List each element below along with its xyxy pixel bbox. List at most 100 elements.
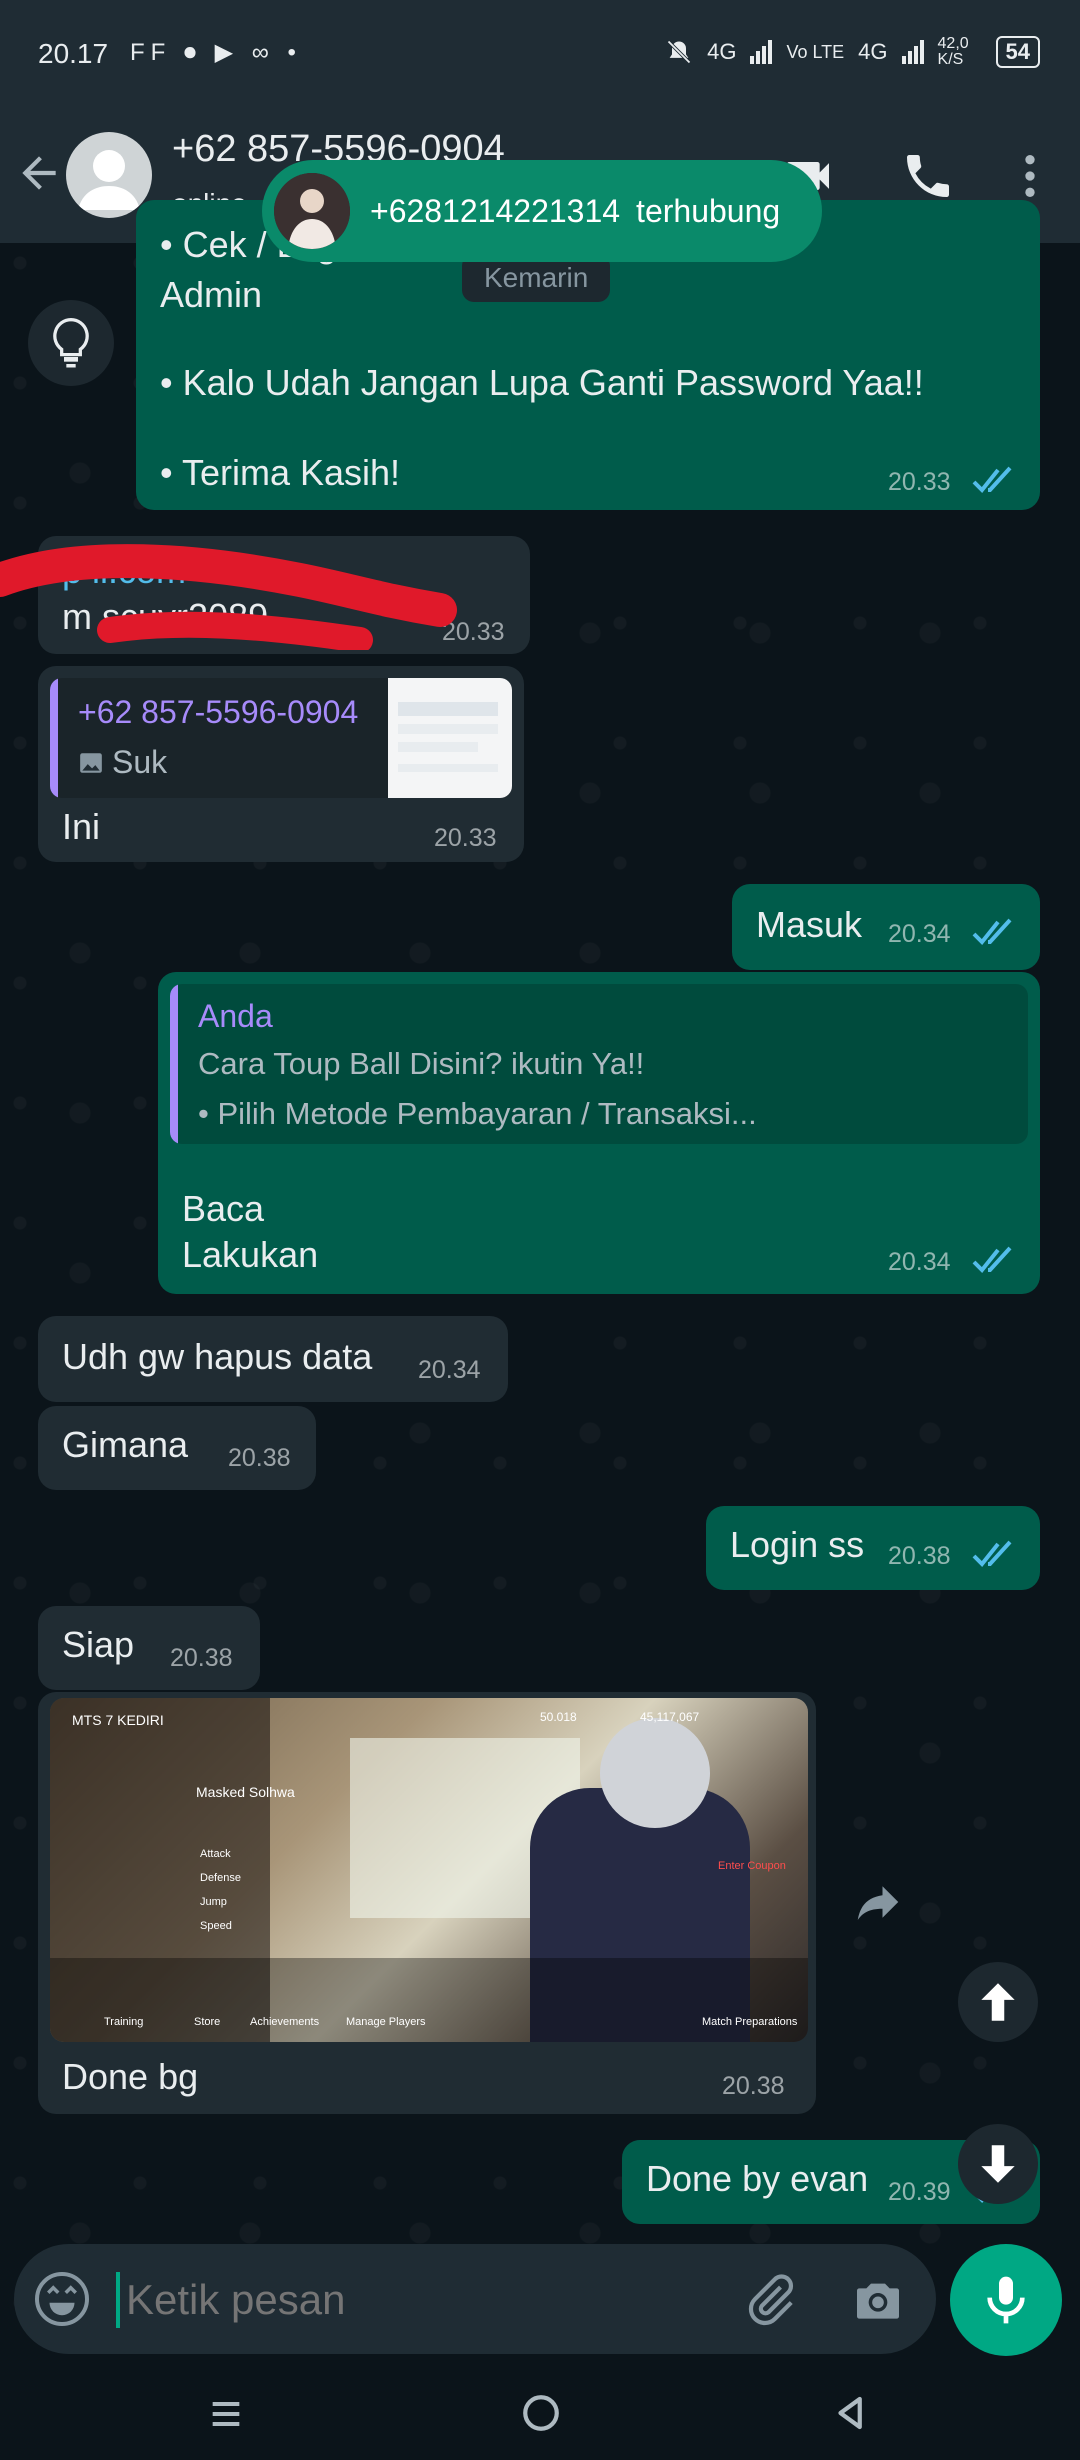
image-icon	[80, 753, 102, 773]
game-currency-2: 45,117,067	[640, 1710, 700, 1724]
call-state: terhubung	[636, 192, 781, 229]
text-cursor	[116, 2272, 120, 2328]
read-ticks-icon	[972, 1246, 1012, 1273]
battery-indicator: 54	[995, 36, 1040, 68]
message-bubble-in[interactable]: Udh gw hapus data 20.34	[38, 1316, 508, 1402]
message-text: • Terima Kasih!	[160, 452, 401, 493]
message-time: 20.34	[888, 920, 951, 948]
message-text: Login ss	[730, 1524, 865, 1565]
message-text: Udh gw hapus data	[62, 1336, 373, 1377]
message-text: Admin	[160, 274, 263, 315]
network-4g-label: 4G	[707, 39, 737, 64]
message-text: Done by evan	[646, 2158, 869, 2199]
reply-text: Suk	[112, 744, 168, 780]
reply-preview[interactable]: Anda Cara Toup Ball Disini? ikutin Ya!! …	[170, 984, 1028, 1144]
message-bubble-out[interactable]: Anda Cara Toup Ball Disini? ikutin Ya!! …	[158, 972, 1040, 1294]
message-time: 20.38	[722, 2072, 785, 2100]
game-team-name: MTS 7 KEDIRI	[72, 1712, 164, 1728]
message-bubble-in[interactable]: Gimana 20.38	[38, 1406, 316, 1490]
notification-icons: FF ⏺ ▶ ∞ •	[130, 39, 302, 66]
message-bubble-out[interactable]: Login ss 20.38	[706, 1506, 1040, 1590]
ai-suggestion-button[interactable]	[28, 300, 114, 386]
message-time: 20.33	[888, 468, 951, 496]
reply-bar	[50, 678, 58, 798]
status-bar: 20.17 FF ⏺ ▶ ∞ • 4G Vo LTE 4G 42,0 K/S 5…	[0, 0, 1080, 108]
voice-message-button[interactable]	[950, 2244, 1062, 2356]
read-ticks-icon	[972, 1540, 1012, 1567]
redaction-scribble	[0, 544, 457, 650]
caller-number: +6281214221314	[370, 192, 621, 229]
game-menu-match: Match Preparations	[702, 2016, 798, 2028]
game-menu-manage: Manage Players	[346, 2016, 426, 2028]
more-options-icon[interactable]	[1002, 148, 1058, 204]
message-time: 20.33	[434, 824, 497, 852]
recent-apps-icon[interactable]	[206, 2394, 246, 2434]
network-4g-label-2: 4G	[858, 39, 888, 64]
message-composer	[14, 2244, 936, 2354]
message-time: 20.38	[170, 1644, 233, 1672]
message-text: Gimana	[62, 1424, 189, 1465]
read-ticks-icon	[972, 918, 1012, 945]
signal-icon-2	[901, 40, 924, 64]
scroll-down-button[interactable]	[958, 2124, 1038, 2204]
game-menu-training: Training	[104, 2016, 144, 2028]
forward-button[interactable]	[838, 1862, 918, 1942]
game-menu-achievements: Achievements	[250, 2016, 320, 2028]
reply-text: • Pilih Metode Pembayaran / Transaksi...	[198, 1096, 757, 1131]
game-stat-label: Attack	[200, 1848, 231, 1860]
message-time: 20.38	[888, 1542, 951, 1570]
message-input[interactable]	[124, 2266, 728, 2334]
status-time: 20.17	[38, 38, 109, 69]
image-caption: Done bg	[62, 2056, 199, 2097]
message-text: Ini	[62, 806, 101, 847]
game-screenshot-image[interactable]: MTS 7 KEDIRI Masked Solhwa 50.018 45,117…	[50, 1698, 808, 2042]
reply-bar	[170, 984, 178, 1144]
back-nav-icon[interactable]	[830, 2392, 872, 2434]
mute-icon	[667, 40, 691, 64]
network-speed: 42,0 K/S	[937, 35, 969, 68]
game-menu-store: Store	[194, 2016, 221, 2028]
message-bubble-in[interactable]: Siap 20.38	[38, 1606, 260, 1690]
reply-sender: Anda	[198, 998, 273, 1034]
message-text: • Kalo Udah Jangan Lupa Ganti Password Y…	[160, 362, 924, 403]
caller-avatar	[274, 173, 350, 249]
message-time: 20.34	[888, 1248, 951, 1276]
reply-text: Cara Toup Ball Disini? ikutin Ya!!	[198, 1046, 645, 1081]
message-text: Siap	[62, 1624, 135, 1665]
emoji-icon[interactable]	[32, 2269, 92, 2329]
game-stat-label: Defense	[200, 1872, 241, 1884]
status-right: 4G Vo LTE 4G 42,0 K/S 54	[665, 36, 1040, 68]
default-avatar-icon	[78, 150, 140, 210]
lightbulb-icon	[53, 318, 89, 368]
message-text: Masuk	[756, 904, 863, 945]
message-time: 20.34	[418, 1356, 481, 1384]
message-text: Lakukan	[182, 1234, 319, 1275]
game-stat-label: Speed	[200, 1920, 232, 1932]
message-bubble-out[interactable]: Masuk 20.34	[732, 884, 1040, 970]
ongoing-call-banner[interactable]: +6281214221314 terhubung	[262, 160, 822, 262]
back-arrow-icon[interactable]	[14, 148, 64, 198]
microphone-icon	[987, 2276, 1025, 2324]
camera-icon[interactable]	[850, 2272, 906, 2328]
forward-icon	[857, 1886, 899, 1920]
signal-icon	[750, 40, 773, 64]
game-player-name: Masked Solhwa	[196, 1784, 295, 1800]
game-currency-1: 50.018	[540, 1710, 577, 1724]
read-ticks-icon	[972, 466, 1012, 493]
message-bubble-in[interactable]: +62 857-5596-0904 Suk Ini 20.33	[38, 666, 524, 862]
voice-call-icon[interactable]	[900, 148, 956, 204]
home-icon[interactable]	[520, 2392, 562, 2434]
attach-icon[interactable]	[742, 2272, 798, 2328]
arrow-up-icon	[981, 1983, 1015, 2021]
scroll-up-button[interactable]	[958, 1962, 1038, 2042]
game-stat-label: Jump	[200, 1896, 227, 1908]
message-time: 20.39	[888, 2178, 951, 2206]
message-time: 20.38	[228, 1444, 291, 1472]
game-coupon-label: Enter Coupon	[718, 1860, 786, 1872]
reply-preview[interactable]: +62 857-5596-0904 Suk	[50, 678, 512, 798]
volte-label: Vo LTE	[786, 41, 845, 62]
reply-thumbnail	[388, 678, 512, 798]
system-navigation-bar	[0, 2364, 1080, 2460]
arrow-down-icon	[981, 2145, 1015, 2183]
contact-avatar[interactable]	[66, 132, 152, 218]
